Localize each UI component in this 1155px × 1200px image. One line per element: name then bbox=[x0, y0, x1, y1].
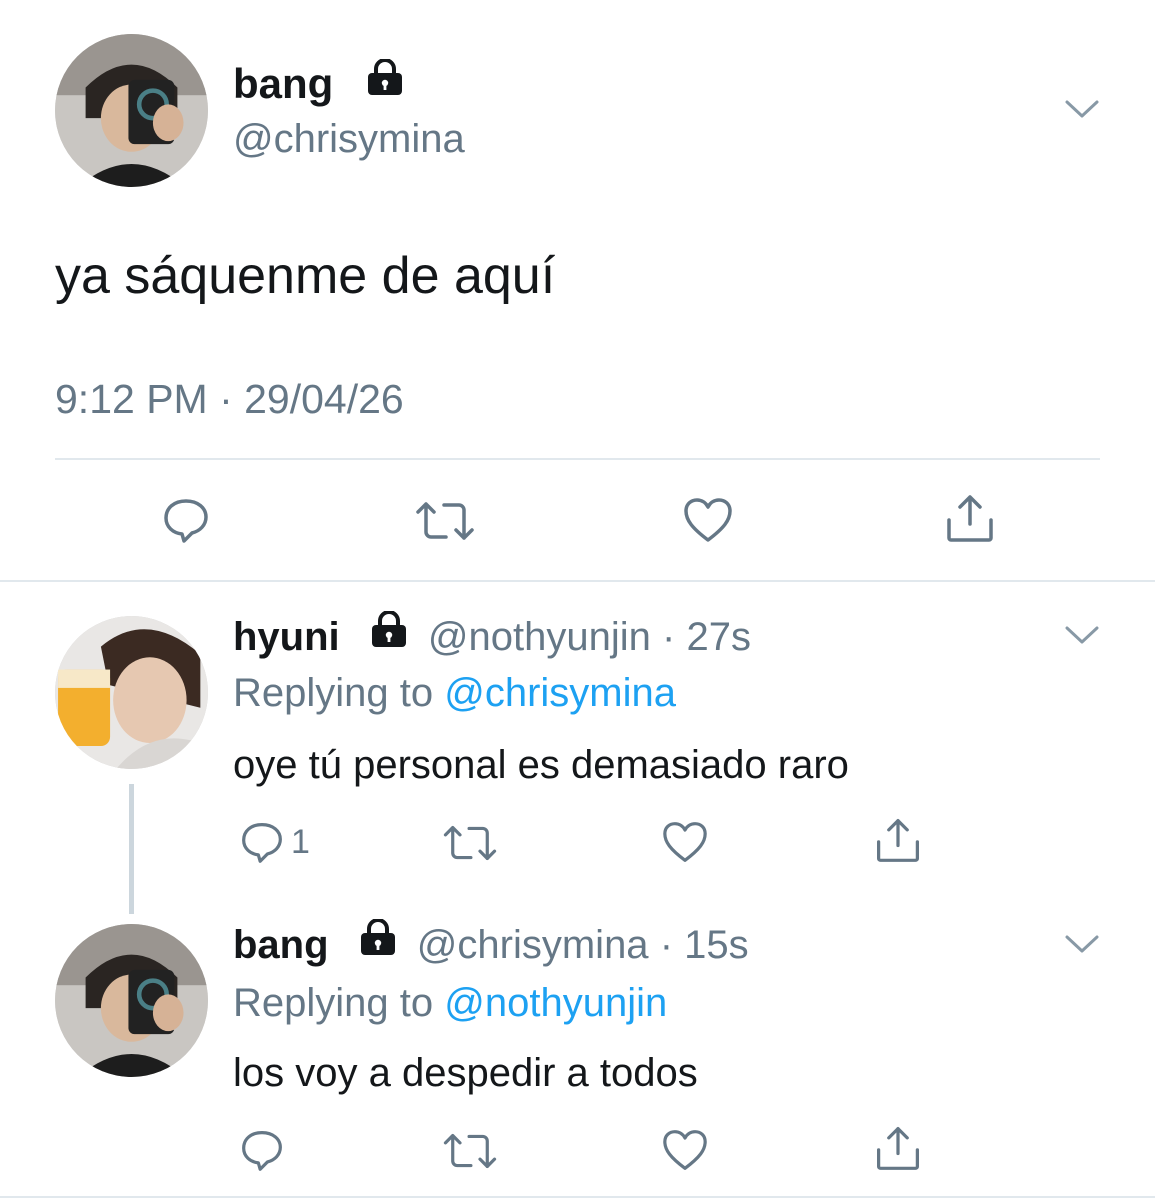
retweet-icon[interactable] bbox=[440, 822, 500, 864]
dot-separator: · bbox=[662, 615, 676, 659]
divider bbox=[0, 1196, 1155, 1198]
retweet-icon[interactable] bbox=[440, 1130, 500, 1172]
dot-separator: · bbox=[659, 923, 674, 967]
lock-icon bbox=[358, 918, 398, 969]
reply-handle[interactable]: @chrisymina bbox=[417, 923, 649, 967]
replying-to-label: Replying to bbox=[233, 981, 434, 1025]
chevron-down-icon[interactable] bbox=[1064, 624, 1100, 646]
reply-icon[interactable] bbox=[162, 496, 210, 544]
retweet-icon[interactable] bbox=[412, 498, 478, 544]
replying-to-link[interactable]: @chrisymina bbox=[444, 671, 676, 715]
like-icon[interactable] bbox=[661, 820, 709, 864]
main-handle[interactable]: @chrisymina bbox=[233, 114, 465, 164]
reply-icon[interactable] bbox=[240, 820, 284, 864]
avatar-photo bbox=[55, 34, 208, 187]
reply-display-name[interactable]: bang bbox=[233, 923, 329, 967]
main-timestamp[interactable]: 9:12 PM · 29/04/26 bbox=[55, 374, 404, 424]
divider bbox=[0, 580, 1155, 582]
thread-line bbox=[129, 784, 134, 914]
main-tweet-avatar[interactable] bbox=[55, 34, 208, 187]
avatar-photo bbox=[55, 616, 208, 769]
reply-text: los voy a despedir a todos bbox=[233, 1051, 698, 1095]
reply-display-name[interactable]: hyuni bbox=[233, 615, 340, 659]
replying-to-link[interactable]: @nothyunjin bbox=[444, 981, 667, 1025]
lock-icon bbox=[369, 610, 409, 661]
main-display-name[interactable]: bang bbox=[233, 60, 333, 107]
chevron-down-icon[interactable] bbox=[1064, 933, 1100, 955]
reply-count: 1 bbox=[291, 823, 310, 861]
like-icon[interactable] bbox=[682, 496, 734, 544]
reply-icon[interactable] bbox=[240, 1128, 284, 1172]
share-icon[interactable] bbox=[944, 492, 996, 544]
main-tweet-text: ya sáquenme de aquí bbox=[55, 247, 556, 305]
reply-handle[interactable]: @nothyunjin bbox=[428, 615, 651, 659]
reply-time[interactable]: 27s bbox=[686, 615, 751, 659]
divider bbox=[55, 458, 1100, 460]
like-icon[interactable] bbox=[661, 1128, 709, 1172]
replying-to-label: Replying to bbox=[233, 671, 434, 715]
reply-avatar[interactable] bbox=[55, 616, 208, 769]
chevron-down-icon[interactable] bbox=[1064, 98, 1100, 120]
share-icon[interactable] bbox=[874, 816, 922, 864]
share-icon[interactable] bbox=[874, 1124, 922, 1172]
reply-avatar[interactable] bbox=[55, 924, 208, 1077]
avatar-photo bbox=[55, 924, 208, 1077]
reply-text: oye tú personal es demasiado raro bbox=[233, 743, 849, 787]
reply-time[interactable]: 15s bbox=[684, 923, 749, 967]
lock-icon bbox=[365, 57, 405, 109]
